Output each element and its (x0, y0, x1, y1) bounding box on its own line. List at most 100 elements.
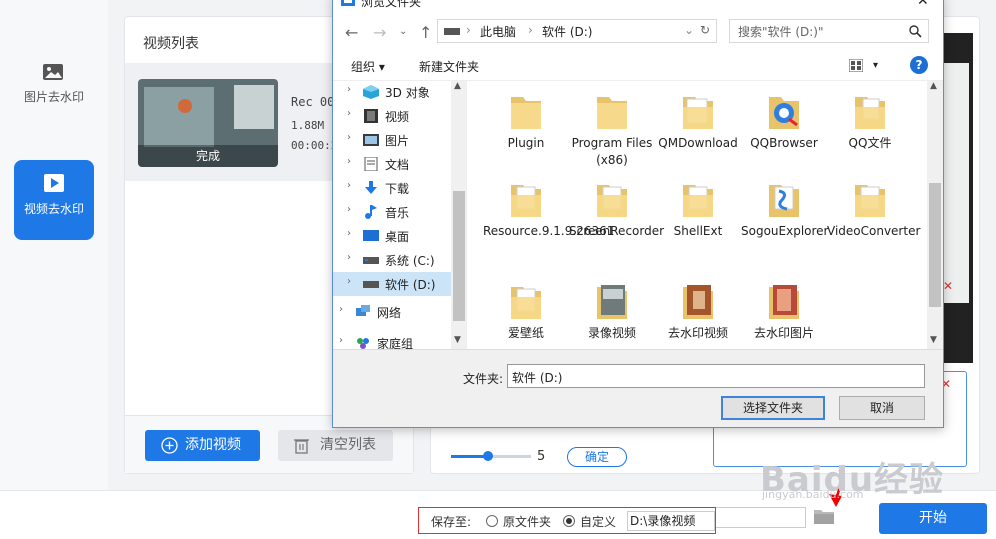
folder-item[interactable]: SogouExplorer (741, 179, 829, 240)
video-thumbnail[interactable]: 完成 (138, 79, 278, 167)
folder-name: Plugin (507, 136, 545, 150)
tree-item-label: 视频 (385, 110, 410, 124)
radio-original-label: 原文件夹 (503, 515, 552, 529)
folder-item[interactable]: VideoConverter (827, 179, 920, 240)
video-name: Rec 00 (291, 95, 335, 109)
files-scrollbar-thumb[interactable] (929, 183, 941, 307)
remove-region-icon[interactable]: ✕ (943, 279, 953, 293)
folder-name: 爱壁纸 (507, 326, 544, 340)
address-box[interactable]: › 此电脑 › 软件 (D:) ⌄ ↻ (437, 19, 717, 43)
folder-input[interactable]: 软件 (D:) (507, 364, 925, 388)
tree-item-videos[interactable]: › 视频 (333, 104, 451, 128)
tree-scrollbar[interactable]: ▲ ▼ (451, 81, 466, 349)
tree-item-drive-c[interactable]: › 系统 (C:) (333, 248, 451, 272)
network-icon (356, 305, 370, 316)
image-thumbnail-folder-icon (769, 285, 799, 319)
save-path-input-extension[interactable] (716, 507, 806, 528)
folder-name: QQ文件 (848, 136, 892, 150)
folder-item[interactable]: Program Files (x86) (569, 91, 655, 169)
tree-item-homegroup[interactable]: › 家庭组 (333, 331, 451, 349)
dialog-footer: 文件夹: 软件 (D:) 选择文件夹 取消 (333, 349, 943, 427)
tree-item-label: 软件 (D:) (385, 278, 436, 292)
organize-menu[interactable]: 组织 ▾ (351, 58, 385, 75)
search-icon[interactable] (909, 25, 922, 38)
files-scrollbar[interactable]: ▲ ▼ (927, 81, 943, 349)
folder-item[interactable]: ScreenRecorder (569, 179, 664, 240)
cancel-button[interactable]: 取消 (839, 396, 925, 420)
new-folder-button[interactable]: 新建文件夹 (419, 58, 479, 75)
tree-item-music[interactable]: › 音乐 (333, 200, 451, 224)
organize-label: 组织 (351, 60, 376, 74)
dialog-title: 浏览文件夹 (361, 0, 422, 9)
folder-name: QMDownload (658, 136, 738, 150)
folder-item[interactable]: 爱壁纸 (483, 281, 569, 342)
qqbrowser-folder-icon (769, 97, 799, 129)
radio-original-folder[interactable] (486, 515, 498, 527)
trash-icon (294, 439, 309, 454)
tree-item-documents[interactable]: › 文档 (333, 152, 451, 176)
radio-custom-folder[interactable] (563, 515, 575, 527)
folder-icon (511, 287, 541, 319)
folder-icon (855, 185, 885, 217)
forward-arrow-icon[interactable]: → (373, 23, 386, 42)
help-icon[interactable]: ? (910, 56, 928, 74)
tree-scrollbar-thumb[interactable] (453, 191, 465, 321)
video-size: 1.88M (291, 119, 325, 132)
tree-item-label: 图片 (385, 134, 410, 148)
folder-item[interactable]: QQBrowser (741, 91, 827, 152)
nav-item-image-watermark[interactable]: 图片去水印 (14, 50, 94, 130)
thumbnail-status: 完成 (138, 145, 278, 167)
folder-name: 去水印视频 (667, 326, 728, 340)
breadcrumb-root[interactable]: 此电脑 (480, 23, 516, 40)
folder-content-area: Plugin Program Files (x86) QMDownload QQ… (467, 81, 943, 349)
refresh-icon[interactable]: ↻ (700, 23, 710, 37)
save-to-label: 保存至: (431, 515, 472, 529)
tree-item-label: 桌面 (385, 230, 410, 244)
video-preview (939, 33, 973, 363)
clear-list-button[interactable]: 清空列表 (278, 430, 393, 461)
view-options-icon[interactable] (849, 59, 863, 72)
folder-item[interactable]: 去水印图片 (741, 281, 827, 342)
folder-item[interactable]: 录像视频 (569, 281, 655, 342)
nav-item-video-watermark[interactable]: 视频去水印 (14, 160, 94, 240)
nav-item-label: 视频去水印 (23, 202, 84, 216)
chevron-down-icon[interactable]: ⌄ (684, 23, 694, 37)
folder-item[interactable]: 去水印视频 (655, 281, 741, 342)
tree-item-pictures[interactable]: › 图片 (333, 128, 451, 152)
confirm-button[interactable]: 确定 (567, 447, 627, 467)
folder-name: VideoConverter (827, 224, 921, 238)
breadcrumb-separator: › (466, 23, 471, 37)
search-input[interactable]: 搜索"软件 (D:)" (729, 19, 929, 43)
folder-item[interactable]: QMDownload (655, 91, 741, 152)
tree-item-network[interactable]: › 网络 (333, 300, 451, 324)
folder-name: ShellExt (673, 224, 723, 238)
desktop-folder-icon (363, 230, 379, 241)
select-folder-button[interactable]: 选择文件夹 (721, 396, 825, 420)
add-video-button[interactable]: 添加视频 (145, 430, 260, 461)
folder-item[interactable]: Resource.9.1.9.26361 (483, 179, 614, 240)
save-path-input[interactable]: D:\录像视频 (627, 511, 715, 531)
tree-item-downloads[interactable]: › 下载 (333, 176, 451, 200)
browse-folder-icon[interactable] (812, 505, 836, 527)
close-icon[interactable]: ✕ (917, 0, 929, 9)
plus-circle-icon (161, 437, 178, 454)
slider-handle[interactable] (483, 451, 493, 461)
folder-item[interactable]: QQ文件 (827, 91, 913, 152)
dialog-titlebar: 浏览文件夹 ✕ (333, 0, 943, 11)
tree-item-drive-d[interactable]: › 软件 (D:) (333, 272, 451, 296)
breadcrumb-current[interactable]: 软件 (D:) (542, 23, 592, 40)
back-arrow-icon[interactable]: ← (345, 23, 358, 42)
chevron-down-icon[interactable]: ⌄ (399, 26, 407, 37)
view-dropdown-icon[interactable]: ▾ (873, 60, 878, 71)
folder-item[interactable]: ShellExt (655, 179, 741, 240)
folder-item[interactable]: Plugin (483, 91, 569, 152)
up-arrow-icon[interactable]: ↑ (419, 23, 432, 42)
tree-item-desktop[interactable]: › 桌面 (333, 224, 451, 248)
tree-item-3d-objects[interactable]: › 3D 对象 (333, 81, 451, 104)
folder-icon (855, 97, 885, 129)
drive-icon (363, 257, 379, 264)
strength-slider[interactable] (451, 451, 531, 461)
folder-name: Program Files (x86) (571, 136, 653, 167)
start-button[interactable]: 开始 (879, 503, 987, 534)
folder-icon (683, 185, 713, 217)
